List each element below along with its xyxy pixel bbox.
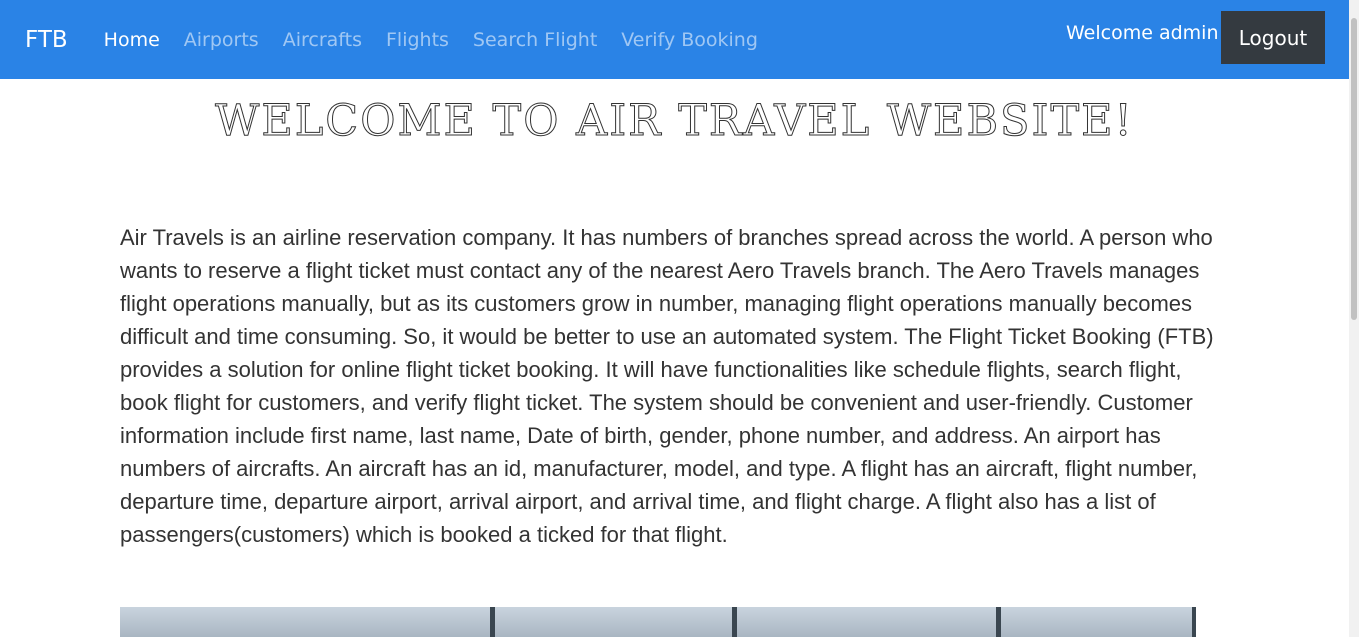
- navbar: FTB Home Airports Aircrafts Flights Sear…: [0, 0, 1349, 79]
- hero-image-pole: [1192, 607, 1196, 637]
- brand-link[interactable]: FTB: [25, 27, 68, 53]
- hero-image-pole: [996, 607, 1001, 637]
- nav-link-verify-booking[interactable]: Verify Booking: [621, 29, 758, 51]
- page-title: WELCOME TO AIR TRAVEL WEBSITE!: [215, 96, 1134, 147]
- hero-image: [120, 607, 1196, 637]
- nav-link-airports[interactable]: Airports: [184, 29, 259, 51]
- scrollbar-thumb[interactable]: [1351, 18, 1357, 320]
- nav-link-home[interactable]: Home: [104, 29, 160, 51]
- hero-image-pole: [732, 607, 737, 637]
- logout-button[interactable]: Logout: [1221, 11, 1325, 64]
- nav-links: Home Airports Aircrafts Flights Search F…: [88, 29, 766, 51]
- hero-image-pole: [490, 607, 495, 637]
- intro-paragraph: Air Travels is an airline reservation co…: [120, 225, 1214, 547]
- nav-link-search-flight[interactable]: Search Flight: [473, 29, 597, 51]
- nav-link-flights[interactable]: Flights: [386, 29, 449, 51]
- nav-link-aircrafts[interactable]: Aircrafts: [283, 29, 362, 51]
- welcome-text: Welcome admin: [1066, 22, 1219, 44]
